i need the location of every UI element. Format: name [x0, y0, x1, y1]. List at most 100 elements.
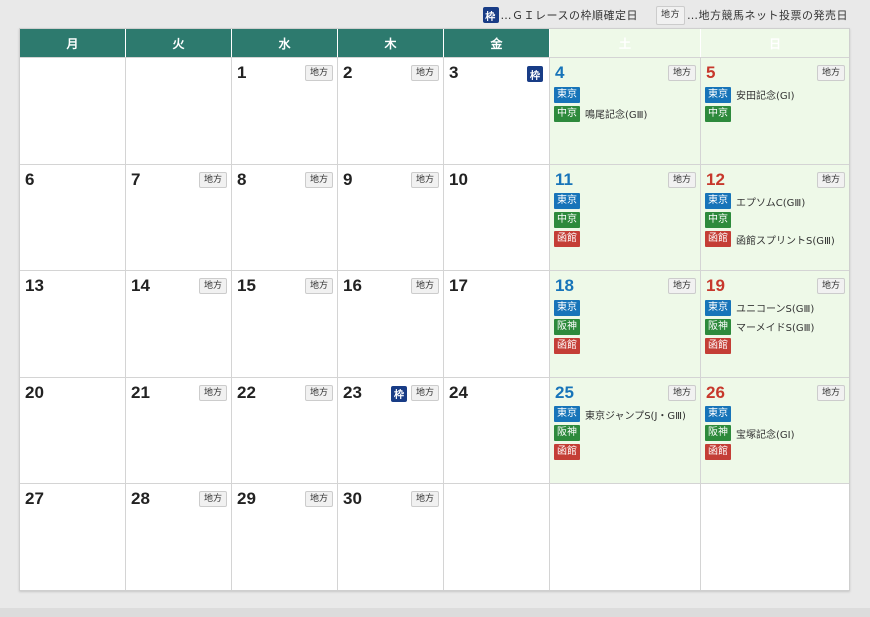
day-cell-20[interactable]: 20 [20, 377, 126, 483]
day-cell-14[interactable]: 14 地方 [126, 271, 232, 377]
venue-tag[interactable]: 中京 [554, 212, 580, 228]
day-cell-21[interactable]: 21 地方 [126, 377, 232, 483]
race-link[interactable]: 鳴尾記念(GⅢ) [585, 106, 647, 121]
empty-day-cell [444, 484, 550, 590]
day-cell-22[interactable]: 22 地方 [232, 377, 338, 483]
waku-confirmed-badge[interactable]: 枠 [391, 385, 407, 402]
chiho-netbet-badge[interactable]: 地方 [667, 171, 696, 188]
day-cell-11[interactable]: 11 地方 東京 中京 函館 [550, 164, 701, 270]
venue-tag[interactable]: 中京 [554, 105, 580, 122]
venue-line: 函館 [705, 336, 845, 355]
chiho-netbet-badge[interactable]: 地方 [410, 171, 439, 188]
day-cell-8[interactable]: 8 地方 [232, 164, 338, 270]
chiho-netbet-badge[interactable]: 地方 [410, 384, 439, 401]
race-link[interactable]: マーメイドS(GⅢ) [736, 319, 814, 334]
race-link[interactable]: エプソムC(GⅢ) [736, 194, 805, 209]
chiho-netbet-badge[interactable]: 地方 [304, 171, 333, 188]
day-cell-12[interactable]: 12 地方 東京 エプソムC(GⅢ) 中京 函館 函館スプリントS(GⅢ) [701, 164, 849, 270]
day-cell-30[interactable]: 30 地方 [338, 484, 444, 590]
venue-tag[interactable]: 中京 [705, 105, 731, 122]
venue-tag[interactable]: 東京 [705, 406, 731, 422]
venue-tag[interactable]: 東京 [705, 86, 731, 103]
chiho-netbet-badge[interactable]: 地方 [816, 384, 845, 401]
venue-tag[interactable]: 函館 [705, 337, 731, 354]
empty-day-cell [126, 58, 232, 164]
day-cell-7[interactable]: 7 地方 [126, 164, 232, 270]
day-cell-19[interactable]: 19 地方 東京 ユニコーンS(GⅢ) 阪神 マーメイドS(GⅢ) 函館 [701, 271, 849, 377]
day-cell-24[interactable]: 24 [444, 377, 550, 483]
chiho-netbet-badge[interactable]: 地方 [816, 278, 845, 294]
chiho-netbet-badge[interactable]: 地方 [198, 278, 227, 294]
venue-list: 東京 安田記念(GⅠ) 中京 [705, 85, 845, 123]
week-row: 27 28 地方 29 地方 30 地方 [20, 483, 849, 590]
day-cell-23[interactable]: 23 地方枠 [338, 377, 444, 483]
day-cell-27[interactable]: 27 [20, 484, 126, 590]
venue-tag[interactable]: 東京 [554, 406, 580, 422]
venue-tag[interactable]: 函館 [554, 231, 580, 247]
race-link[interactable]: 函館スプリントS(GⅢ) [736, 232, 835, 247]
chiho-netbet-badge[interactable]: 地方 [304, 65, 333, 81]
venue-tag[interactable]: 阪神 [554, 425, 580, 441]
chiho-netbet-badge[interactable]: 地方 [410, 65, 439, 81]
chiho-netbet-badge[interactable]: 地方 [410, 491, 439, 507]
venue-line: 東京 [705, 405, 845, 424]
venue-tag[interactable]: 函館 [705, 444, 731, 460]
day-cell-9[interactable]: 9 地方 [338, 164, 444, 270]
venue-tag[interactable]: 函館 [705, 231, 731, 247]
day-cell-13[interactable]: 13 [20, 271, 126, 377]
venue-tag[interactable]: 阪神 [705, 318, 731, 335]
chiho-netbet-badge[interactable]: 地方 [304, 384, 333, 401]
race-link[interactable]: 東京ジャンプS(J・GⅢ) [585, 407, 686, 422]
venue-line: 阪神 マーメイドS(GⅢ) [705, 317, 845, 336]
day-cell-29[interactable]: 29 地方 [232, 484, 338, 590]
venue-line: 東京 [554, 85, 696, 104]
venue-list: 東京 ユニコーンS(GⅢ) 阪神 マーメイドS(GⅢ) 函館 [705, 298, 845, 355]
waku-confirmed-badge[interactable]: 枠 [527, 66, 543, 82]
day-cell-3[interactable]: 3枠 [444, 58, 550, 164]
day-cell-16[interactable]: 16 地方 [338, 271, 444, 377]
venue-tag[interactable]: 東京 [705, 193, 731, 209]
venue-tag[interactable]: 東京 [554, 299, 580, 316]
day-cell-2[interactable]: 2 地方 [338, 58, 444, 164]
chiho-netbet-badge[interactable]: 地方 [304, 491, 333, 507]
day-cell-4[interactable]: 4 地方 東京 中京 鳴尾記念(GⅢ) [550, 58, 701, 164]
day-cell-25[interactable]: 25 地方 東京 東京ジャンプS(J・GⅢ) 阪神 函館 [550, 377, 701, 483]
chiho-netbet-badge[interactable]: 地方 [667, 278, 696, 294]
chiho-netbet-badge[interactable]: 地方 [816, 65, 845, 81]
day-cell-28[interactable]: 28 地方 [126, 484, 232, 590]
venue-tag[interactable]: 東京 [554, 193, 580, 209]
day-cell-26[interactable]: 26 地方 東京 阪神 宝塚記念(GⅠ) 函館 [701, 377, 849, 483]
race-link[interactable]: ユニコーンS(GⅢ) [736, 300, 814, 315]
chiho-netbet-badge[interactable]: 地方 [198, 171, 227, 188]
venue-tag[interactable]: 東京 [705, 299, 731, 316]
venue-tag[interactable]: 函館 [554, 444, 580, 460]
venue-tag[interactable]: 中京 [705, 212, 731, 228]
day-number: 20 [25, 382, 44, 402]
day-cell-15[interactable]: 15 地方 [232, 271, 338, 377]
chiho-netbet-badge[interactable]: 地方 [198, 491, 227, 507]
race-link[interactable]: 宝塚記念(GⅠ) [736, 426, 795, 441]
day-cell-18[interactable]: 18 地方 東京 阪神 函館 [550, 271, 701, 377]
day-cell-17[interactable]: 17 [444, 271, 550, 377]
week-row: 6 7 地方 8 地方 9 地方 10 11 地方 東京 中京 函館 12 地方 東京 エプソムC(GⅢ) 中京函… [20, 163, 849, 270]
day-cell-5[interactable]: 5 地方 東京 安田記念(GⅠ) 中京 [701, 58, 849, 164]
venue-line: 阪神 [554, 424, 696, 443]
race-link[interactable]: 安田記念(GⅠ) [736, 87, 795, 102]
chiho-netbet-badge[interactable]: 地方 [410, 278, 439, 294]
bottom-scroll-area [0, 608, 870, 617]
venue-tag[interactable]: 東京 [554, 86, 580, 103]
day-cell-10[interactable]: 10 [444, 164, 550, 270]
chiho-legend-badge: 地方 [655, 5, 685, 25]
chiho-netbet-badge[interactable]: 地方 [816, 171, 845, 188]
venue-tag[interactable]: 阪神 [705, 425, 731, 441]
chiho-netbet-badge[interactable]: 地方 [198, 384, 227, 401]
chiho-netbet-badge[interactable]: 地方 [667, 65, 696, 81]
day-cell-1[interactable]: 1 地方 [232, 58, 338, 164]
header-tue: 火 [126, 29, 232, 57]
chiho-netbet-badge[interactable]: 地方 [667, 384, 696, 401]
venue-tag[interactable]: 阪神 [554, 318, 580, 335]
venue-tag[interactable]: 函館 [554, 337, 580, 354]
day-cell-6[interactable]: 6 [20, 164, 126, 270]
chiho-netbet-badge[interactable]: 地方 [304, 278, 333, 294]
header-thu: 木 [338, 29, 444, 57]
